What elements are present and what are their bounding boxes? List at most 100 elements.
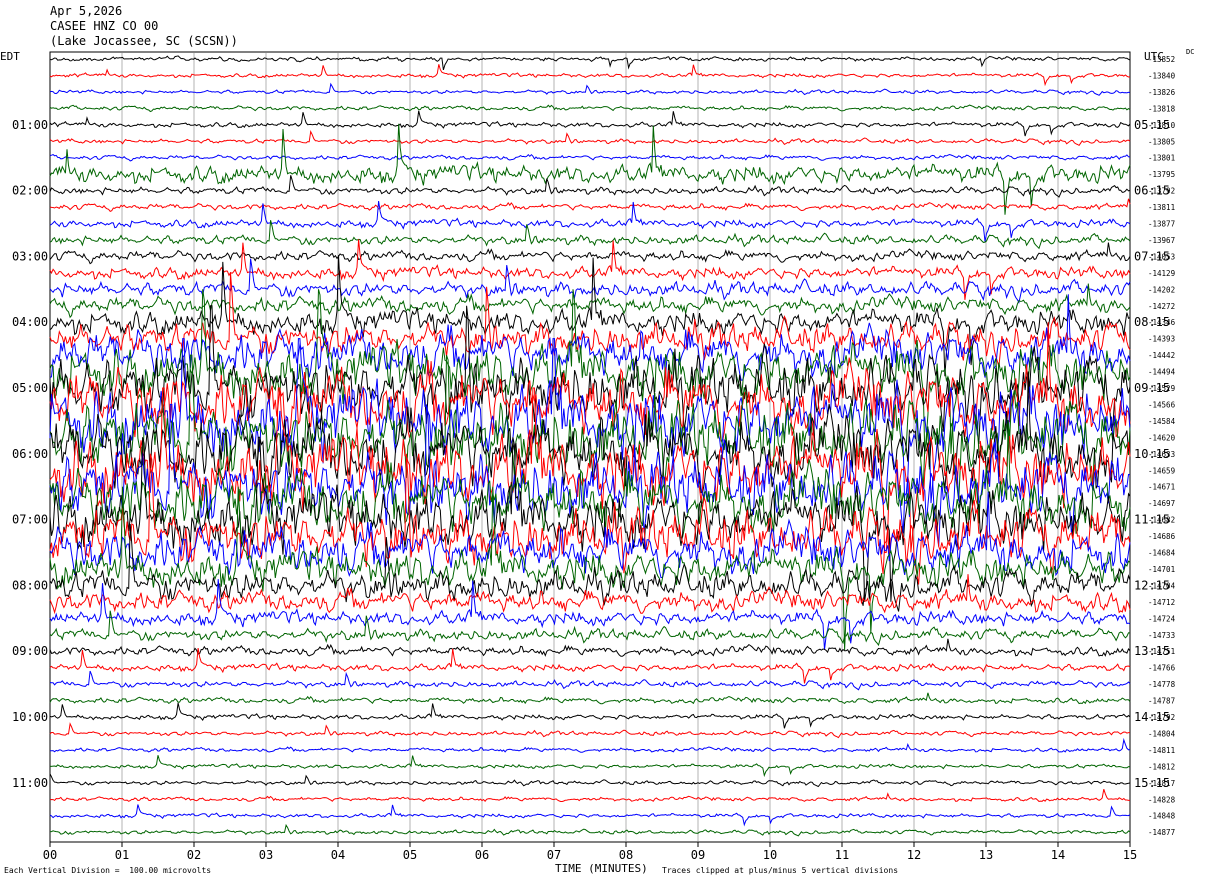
- trace-offset-label: -14684: [1148, 549, 1176, 558]
- scale-note: Each Vertical Division = 100.00 microvol…: [4, 866, 212, 875]
- trace-offset-label: -14620: [1148, 433, 1176, 442]
- x-tick-label: 05: [403, 848, 417, 862]
- seismic-trace: [49, 702, 1131, 729]
- seismic-trace: [49, 82, 1131, 96]
- right-hour-label: 07:15: [1134, 249, 1170, 263]
- trace-offset-label: -14804: [1148, 729, 1176, 738]
- seismic-trace: [49, 692, 1131, 705]
- seismic-trace: [49, 610, 1131, 647]
- trace-offset-label: -14712: [1148, 598, 1175, 607]
- left-hour-label: 09:00: [12, 644, 48, 658]
- trace-offset-label: -13826: [1148, 88, 1176, 97]
- trace-offset-label: -13877: [1148, 220, 1175, 229]
- seismic-trace: [49, 64, 1131, 87]
- trace-offset-label: -14828: [1148, 795, 1176, 804]
- right-hour-label: 06:15: [1134, 184, 1170, 198]
- right-hour-label: 10:15: [1134, 447, 1170, 461]
- x-tick-label: 03: [259, 848, 273, 862]
- x-tick-label: 15: [1123, 848, 1137, 862]
- left-hour-label: 03:00: [12, 249, 48, 263]
- left-hour-label: 10:00: [12, 710, 48, 724]
- trace-offset-label: -14442: [1148, 351, 1175, 360]
- trace-offset-label: -14877: [1148, 828, 1175, 837]
- seismic-trace: [49, 755, 1131, 778]
- x-tick-label: 12: [907, 848, 921, 862]
- trace-offset-label: -13811: [1148, 203, 1175, 212]
- trace-offset-label: -14766: [1148, 664, 1176, 673]
- left-hour-label: 01:00: [12, 118, 48, 132]
- trace-layer: [49, 55, 1131, 837]
- seismic-trace: [49, 104, 1131, 113]
- trace-offset-label: -13967: [1148, 236, 1175, 245]
- seismic-trace: [49, 773, 1131, 788]
- x-tick-label: 08: [619, 848, 633, 862]
- x-tick-label: 11: [835, 848, 849, 862]
- left-hour-label: 08:00: [12, 578, 48, 592]
- x-tick-label: 13: [979, 848, 993, 862]
- x-tick-label: 14: [1051, 848, 1065, 862]
- seismic-trace: [49, 198, 1131, 213]
- trace-offset-label: -14686: [1148, 532, 1176, 541]
- trace-offset-label: -14671: [1148, 483, 1175, 492]
- x-tick-label: 07: [547, 848, 561, 862]
- trace-offset-label: -13795: [1148, 170, 1175, 179]
- right-hour-label: 11:15: [1134, 513, 1170, 527]
- trace-offset-label: -13818: [1148, 104, 1176, 113]
- trace-offset-label: -14129: [1148, 269, 1175, 278]
- trace-offset-label: -14202: [1148, 285, 1175, 294]
- left-hour-label: 04:00: [12, 315, 48, 329]
- seismic-trace: [49, 722, 1130, 739]
- trace-offset-label: -14701: [1148, 565, 1175, 574]
- trace-offset-label: -13852: [1148, 55, 1175, 64]
- left-hour-label: 06:00: [12, 447, 48, 461]
- seismic-trace: [50, 737, 1131, 753]
- trace-offset-label: -14787: [1148, 697, 1175, 706]
- right-hour-label: 12:15: [1134, 578, 1170, 592]
- seismic-trace: [49, 638, 1131, 657]
- right-hour-label: 15:15: [1134, 776, 1170, 790]
- trace-offset-label: -13801: [1148, 154, 1175, 163]
- x-tick-label: 00: [43, 848, 57, 862]
- trace-offset-label: -14566: [1148, 400, 1176, 409]
- seismic-trace: [49, 579, 1131, 650]
- trace-offset-label: -14584: [1148, 417, 1176, 426]
- clip-note: Traces clipped at plus/minus 5 vertical …: [662, 866, 899, 875]
- seismic-trace: [49, 804, 1131, 827]
- trace-offset-label: -14724: [1148, 614, 1176, 623]
- trace-offset-label: -14733: [1148, 631, 1175, 640]
- x-axis-title: TIME (MINUTES): [555, 862, 648, 875]
- left-hour-label: 11:00: [12, 776, 48, 790]
- seismic-trace: [49, 129, 1131, 147]
- x-tick-label: 02: [187, 848, 201, 862]
- trace-offset-label: -14848: [1148, 812, 1176, 821]
- x-tick-label: 04: [331, 848, 345, 862]
- right-hour-label: 14:15: [1134, 710, 1170, 724]
- seismic-trace: [49, 123, 1131, 215]
- right-hour-label: 13:15: [1134, 644, 1170, 658]
- seismic-trace: [49, 242, 1131, 265]
- seismic-trace: [49, 55, 1131, 71]
- trace-offset-label: -14697: [1148, 499, 1175, 508]
- x-tick-label: 01: [115, 848, 129, 862]
- seismic-trace: [49, 153, 1131, 162]
- left-hour-label: 02:00: [12, 184, 48, 198]
- x-tick-label: 06: [475, 848, 489, 862]
- trace-offset-label: -14812: [1148, 762, 1175, 771]
- seismic-trace: [49, 220, 1131, 250]
- right-hour-label: 09:15: [1134, 381, 1170, 395]
- trace-offset-label: -14659: [1148, 466, 1175, 475]
- right-hour-label: 08:15: [1134, 315, 1170, 329]
- seismic-trace: [49, 239, 1131, 300]
- trace-offset-label: -14778: [1148, 680, 1176, 689]
- trace-offset-label: -14272: [1148, 302, 1175, 311]
- seismic-trace: [49, 789, 1131, 802]
- seismic-trace: [49, 823, 1131, 837]
- seismic-trace: [49, 110, 1131, 137]
- helicorder-plot: 00 01 02 03 04 05 06 07 08 09 10 11 12 13 14 15 -13852 -1…: [12, 51, 1176, 862]
- x-tick-label: 09: [691, 848, 705, 862]
- trace-offset-label: -14393: [1148, 335, 1175, 344]
- left-hour-label: 05:00: [12, 381, 48, 395]
- trace-offset-label: -13840: [1148, 71, 1176, 80]
- x-tick-label: 10: [763, 848, 777, 862]
- trace-offset-label: -14494: [1148, 368, 1176, 377]
